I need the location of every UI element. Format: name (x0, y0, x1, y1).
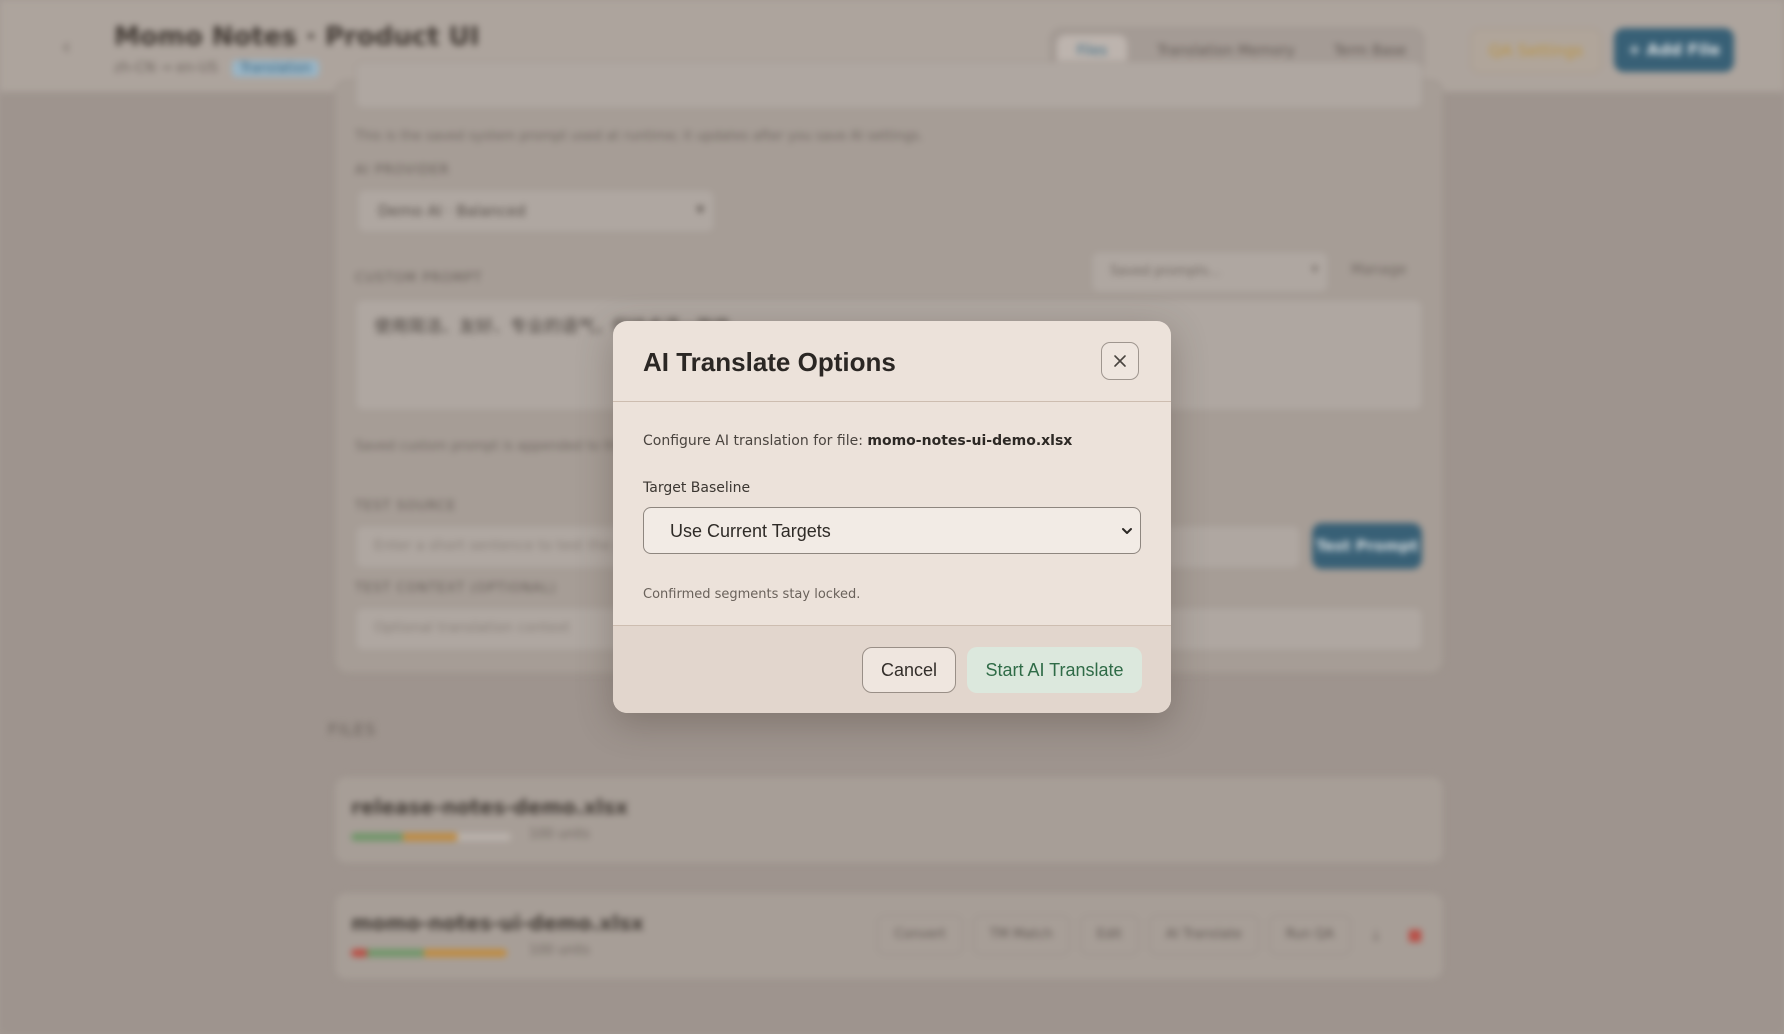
target-baseline-select[interactable]: Use Current Targets (643, 507, 1141, 554)
target-file-name: momo-notes-ui-demo.xlsx (867, 433, 1073, 449)
close-button[interactable] (1101, 342, 1139, 380)
start-ai-translate-button[interactable]: Start AI Translate (967, 647, 1142, 693)
target-baseline-value: Use Current Targets (670, 521, 831, 541)
cancel-button[interactable]: Cancel (862, 647, 956, 693)
dialog-footer: Cancel Start AI Translate (613, 625, 1171, 713)
dialog-title: AI Translate Options (643, 347, 896, 377)
target-baseline-label: Target Baseline (643, 480, 751, 496)
chevron-down-icon (1122, 528, 1132, 534)
target-baseline-hint: Confirmed segments stay locked. (643, 587, 861, 602)
description-prefix: Configure AI translation for file: (643, 433, 868, 449)
dialog-description: Configure AI translation for file: momo-… (643, 433, 1072, 449)
ai-translate-options-dialog: AI Translate Options Configure AI transl… (613, 321, 1171, 713)
dialog-header: AI Translate Options (613, 321, 1171, 402)
close-icon (1114, 355, 1126, 367)
